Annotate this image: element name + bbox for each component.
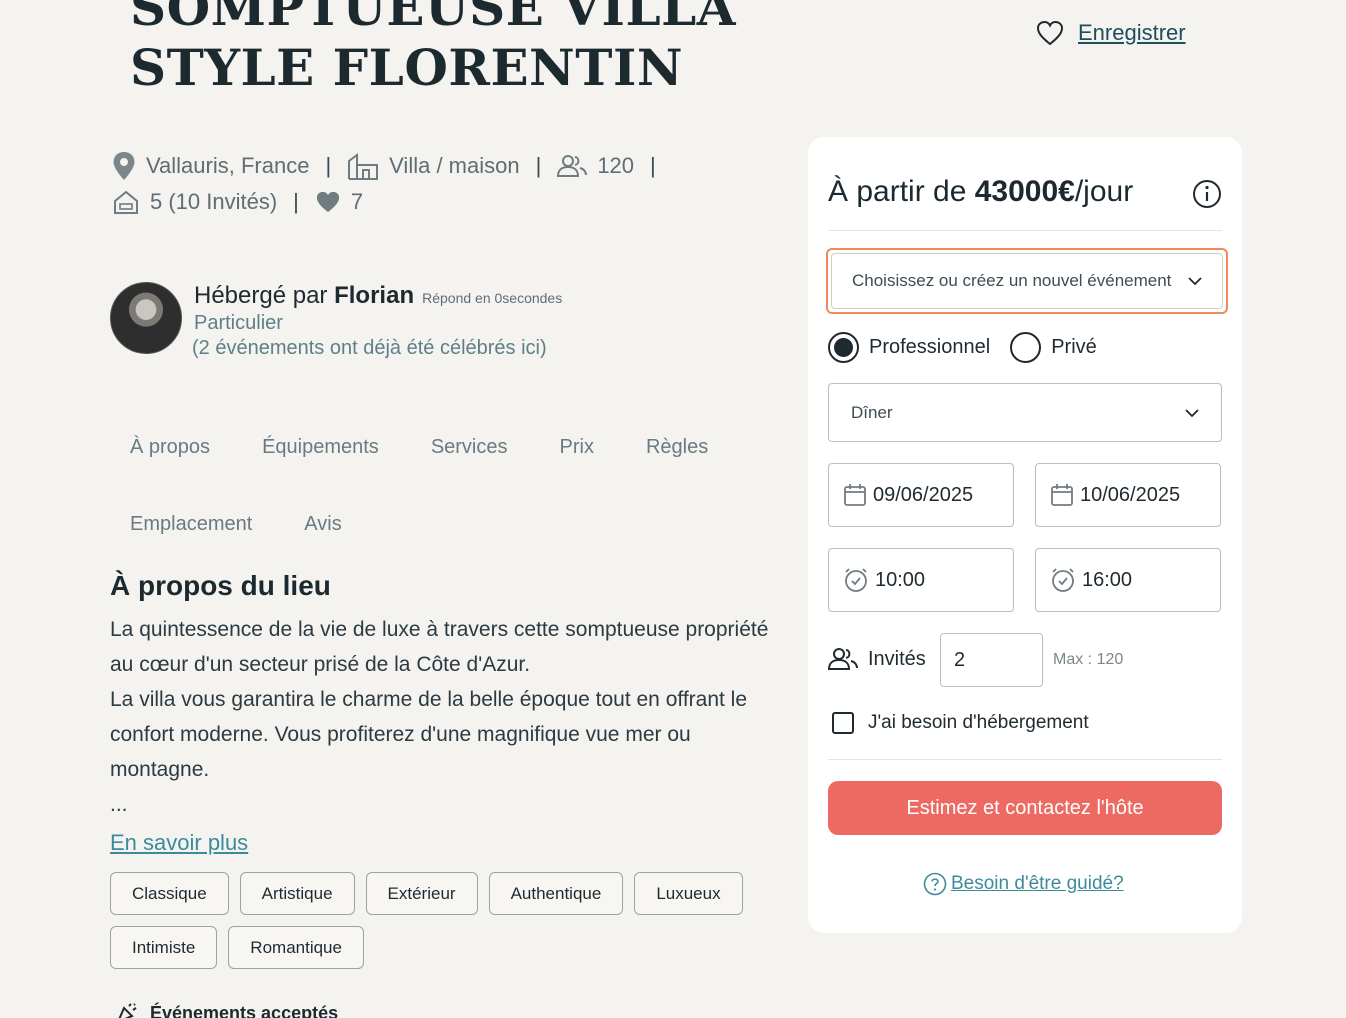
tag-chip[interactable]: Romantique xyxy=(228,926,364,969)
tag-chip[interactable]: Authentique xyxy=(488,872,624,915)
tag-list: Classique Artistique Extérieur Authentiq… xyxy=(110,872,780,969)
guests-icon xyxy=(557,155,588,177)
save-label: Enregistrer xyxy=(1078,20,1186,45)
guests-label: Invités xyxy=(868,647,926,670)
info-icon[interactable] xyxy=(1192,179,1222,209)
host-section: Hébergé par Florian Répond en 0secondes P… xyxy=(110,282,562,360)
tag-chip[interactable]: Luxueux xyxy=(634,872,743,915)
tab-price[interactable]: Prix xyxy=(560,436,594,513)
alarm-clock-icon xyxy=(1052,568,1074,592)
location-text: Vallauris, France xyxy=(146,153,310,178)
price-suffix: /jour xyxy=(1074,175,1134,208)
about-description: La quintessence de la vie de luxe à trav… xyxy=(110,612,780,822)
radio-professional-label: Professionnel xyxy=(869,336,991,358)
divider xyxy=(828,230,1222,231)
price-prefix: À partir de xyxy=(828,175,975,208)
help-link[interactable]: Besoin d'être guidé? xyxy=(923,872,1124,896)
party-icon xyxy=(118,1003,137,1018)
host-name[interactable]: Florian xyxy=(334,282,414,309)
start-date-field[interactable]: 09/06/2025 xyxy=(828,463,1014,527)
lodging-checkbox[interactable]: J'ai besoin d'hébergement xyxy=(832,712,1089,734)
section-tabs: À propos Équipements Services Prix Règle… xyxy=(130,436,750,590)
end-date-field[interactable]: 10/06/2025 xyxy=(1035,463,1221,527)
host-events-count: (2 événements ont déjà été célébrés ici) xyxy=(192,337,547,359)
read-more-link[interactable]: En savoir plus xyxy=(110,830,248,856)
radio-private[interactable]: Privé xyxy=(1010,332,1097,363)
booking-card: À partir de 43000€/jour Choisissez ou cr… xyxy=(808,137,1242,933)
capacity-text: 120 xyxy=(597,153,635,178)
divider xyxy=(828,759,1222,760)
chevron-down-icon xyxy=(1188,277,1202,286)
chevron-down-icon xyxy=(1185,408,1199,417)
host-kind: Particulier xyxy=(194,312,283,334)
event-select-placeholder: Choisissez ou créez un nouvel événement xyxy=(852,271,1172,290)
tag-chip[interactable]: Classique xyxy=(110,872,229,915)
rooms-text: 5 (10 Invités) xyxy=(150,189,278,214)
start-time-field[interactable]: 10:00 xyxy=(828,548,1014,612)
events-accepted-heading: Événements acceptés xyxy=(116,1002,338,1018)
alarm-clock-icon xyxy=(845,568,867,592)
host-avatar[interactable] xyxy=(110,282,182,354)
about-title: À propos du lieu xyxy=(110,570,331,601)
lodging-label: J'ai besoin d'hébergement xyxy=(868,712,1089,733)
save-button[interactable]: Enregistrer xyxy=(1036,20,1186,46)
house-bed-icon xyxy=(114,190,138,214)
tag-chip[interactable]: Artistique xyxy=(239,872,355,915)
building-icon xyxy=(348,153,379,180)
page-title: SOMPTUEUSE VILLA STYLE FLORENTIN xyxy=(130,0,737,97)
guests-row: Invités xyxy=(828,647,926,671)
contact-host-button[interactable]: Estimez et contactez l'hôte xyxy=(828,781,1222,835)
tag-chip[interactable]: Intimiste xyxy=(110,926,218,969)
tab-equipment[interactable]: Équipements xyxy=(262,436,379,513)
about-ellipsis: ... xyxy=(110,793,128,816)
tag-chip[interactable]: Extérieur xyxy=(365,872,478,915)
events-accepted-label: Événements acceptés xyxy=(150,1002,339,1018)
likes-count: 7 xyxy=(350,189,364,214)
end-time-value: 16:00 xyxy=(1082,568,1133,591)
radio-professional[interactable]: Professionnel xyxy=(828,332,990,363)
occasion-value: Dîner xyxy=(851,402,893,422)
price-line: À partir de 43000€/jour xyxy=(828,175,1133,209)
tab-rules[interactable]: Règles xyxy=(646,436,708,513)
host-prefix: Hébergé par xyxy=(194,282,335,309)
guests-icon xyxy=(828,648,858,670)
location-pin-icon xyxy=(113,152,135,180)
occasion-select[interactable]: Dîner xyxy=(828,383,1222,442)
event-type-radio-group: Professionnel Privé xyxy=(828,332,1097,363)
about-paragraph-2: La villa vous garantira le charme de la … xyxy=(110,688,748,781)
calendar-icon xyxy=(844,484,866,506)
tab-about[interactable]: À propos xyxy=(130,436,210,513)
venue-type-text: Villa / maison xyxy=(389,153,520,178)
end-time-field[interactable]: 16:00 xyxy=(1035,548,1221,612)
question-icon xyxy=(923,872,947,896)
about-paragraph-1: La quintessence de la vie de luxe à trav… xyxy=(110,618,769,676)
end-date-value: 10/06/2025 xyxy=(1080,483,1181,506)
heart-outline-icon xyxy=(1036,20,1064,46)
radio-private-label: Privé xyxy=(1051,336,1097,358)
tab-services[interactable]: Services xyxy=(431,436,508,513)
help-link-label: Besoin d'être guidé? xyxy=(951,873,1124,894)
event-select[interactable]: Choisissez ou créez un nouvel événement xyxy=(826,248,1228,314)
guests-max: Max : 120 xyxy=(1053,651,1124,668)
listing-meta: Vallauris, France | Villa / maison | 120… xyxy=(112,148,692,220)
price-value: 43000€ xyxy=(974,175,1075,208)
heart-filled-icon xyxy=(316,191,339,213)
host-response-time: Répond en 0secondes xyxy=(422,290,563,306)
start-date-value: 09/06/2025 xyxy=(873,483,974,506)
guests-input[interactable]: 2 xyxy=(940,633,1043,687)
checkbox-box[interactable] xyxy=(832,712,854,734)
start-time-value: 10:00 xyxy=(875,568,926,591)
calendar-icon xyxy=(1051,484,1073,506)
